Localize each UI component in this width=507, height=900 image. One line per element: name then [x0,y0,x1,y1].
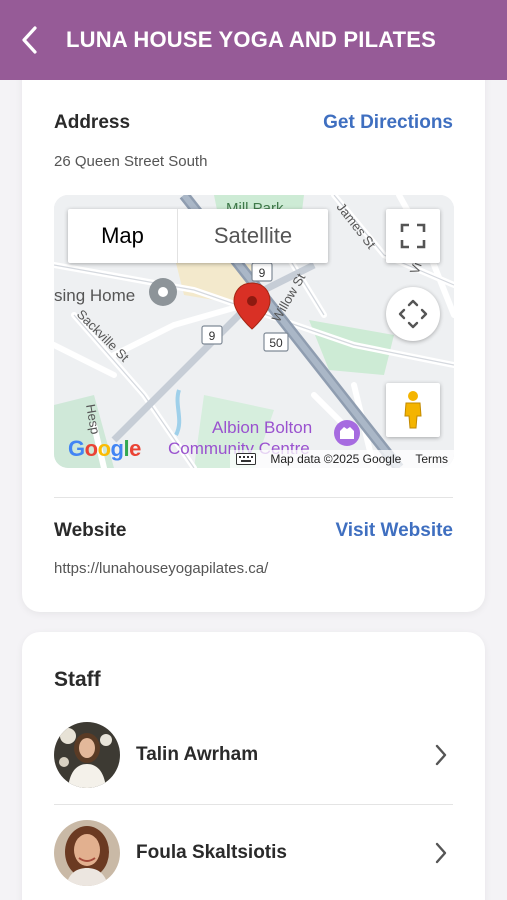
avatar [54,722,120,788]
route-9b-text: 9 [209,329,216,343]
visit-website-link[interactable]: Visit Website [335,520,453,542]
avatar [54,820,120,886]
map-tab-map[interactable]: Map [68,209,178,263]
address-row: Address Get Directions [54,112,453,134]
keyboard-icon[interactable] [236,453,257,465]
street-view-button[interactable] [386,383,440,437]
route-shield-50: 50 [263,332,289,352]
map-attribution: Map data ©2025 Google Terms [230,450,454,468]
map-type-control: Map Satellite [68,209,328,263]
chevron-right-icon [429,743,453,767]
fullscreen-icon [400,223,426,249]
chevron-right-icon [429,841,453,865]
address-value: 26 Queen Street South [54,153,208,170]
map-terms-link[interactable]: Terms [415,452,448,466]
pegman-icon [404,391,422,429]
map-credit-text: Map data ©2025 Google [270,452,402,466]
get-directions-link[interactable]: Get Directions [323,112,453,134]
route-9a-text: 9 [259,266,266,280]
map-view[interactable]: 9 9 50 Mill Park James St Victoria sing … [54,195,454,468]
website-row: Website Visit Website [54,520,453,542]
staff-name: Talin Awrham [136,744,259,765]
map-label-sing-home: sing Home [54,286,135,305]
location-info-card: Address Get Directions 26 Queen Street S… [22,60,485,612]
move-arrows-icon [398,299,428,329]
map-label-albion-1: Albion Bolton [212,418,312,437]
address-label: Address [54,112,131,133]
website-value: https://lunahouseyogapilates.ca/ [54,560,269,577]
staff-card: Staff Talin Awrham Foula Skaltsiotis [22,632,485,900]
back-button[interactable] [0,0,60,80]
app-header: LUNA HOUSE YOGA AND PILATES [0,0,507,80]
website-label: Website [54,520,127,541]
route-50-text: 50 [269,336,283,350]
staff-name: Foula Skaltsiotis [136,842,287,863]
page-title: LUNA HOUSE YOGA AND PILATES [66,27,437,52]
staff-row[interactable]: Talin Awrham [54,722,453,788]
fullscreen-button[interactable] [386,209,440,263]
divider [54,804,453,805]
pan-control-button[interactable] [386,287,440,341]
divider [54,497,453,498]
route-shield-9a: 9 [251,262,273,282]
chevron-left-icon [22,26,37,54]
staff-title: Staff [54,668,101,691]
route-shield-9b: 9 [201,325,223,345]
staff-row[interactable]: Foula Skaltsiotis [54,820,453,886]
map-tab-satellite[interactable]: Satellite [178,209,328,263]
google-logo: Google [68,436,141,461]
